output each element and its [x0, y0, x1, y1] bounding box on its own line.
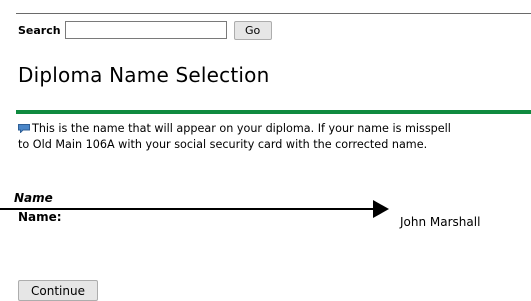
info-text-1: This is the name that will appear on you…: [32, 122, 451, 135]
search-bar: Search Go: [18, 20, 272, 40]
info-message: This is the name that will appear on you…: [18, 121, 531, 153]
accent-divider: [16, 110, 531, 114]
page-title: Diploma Name Selection: [18, 63, 270, 87]
info-line-1: This is the name that will appear on you…: [18, 121, 531, 137]
go-button[interactable]: Go: [233, 20, 272, 40]
name-field-value: John Marshall: [400, 215, 481, 229]
pointer-arrow-icon: [0, 200, 389, 218]
search-label: Search: [18, 23, 61, 37]
page: Search Go Diploma Name Selection This is…: [0, 0, 531, 301]
info-text-2: to Old Main 106A with your social securi…: [18, 138, 428, 151]
search-input[interactable]: [64, 21, 227, 39]
top-divider: [16, 13, 531, 14]
continue-button[interactable]: Continue: [18, 280, 98, 301]
info-speech-bubble-icon: [18, 122, 30, 134]
